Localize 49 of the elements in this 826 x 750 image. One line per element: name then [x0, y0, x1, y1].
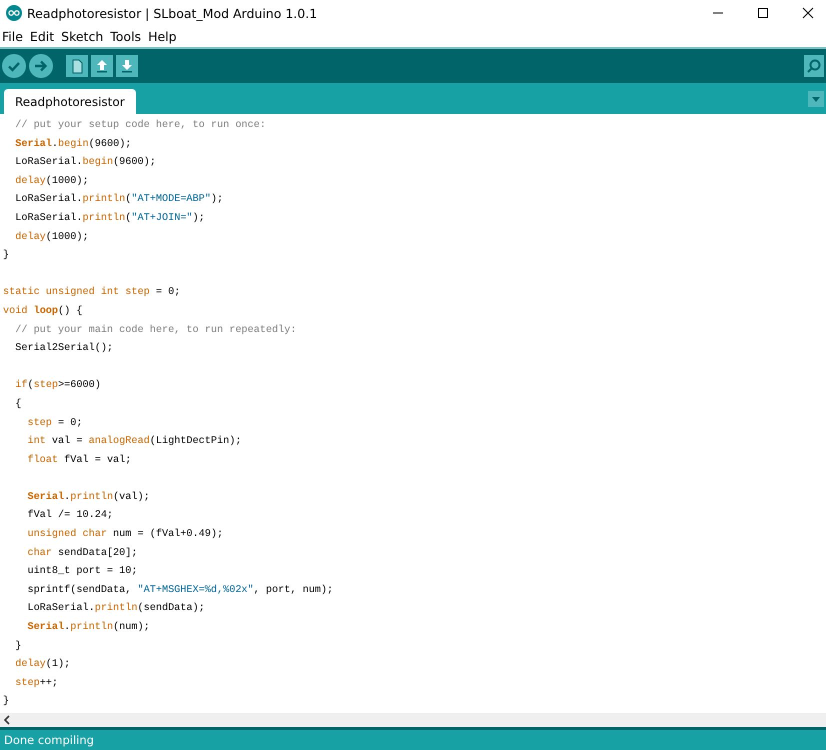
status-message: Done compiling [4, 733, 94, 747]
code-line: } [2, 694, 10, 710]
code-line: { [14, 398, 22, 412]
maximize-icon[interactable] [757, 7, 769, 19]
code-line: Serial2Serial(); [14, 342, 114, 356]
code-line: static unsigned int step = 0; [2, 286, 182, 300]
verify-button[interactable] [2, 54, 26, 78]
code-line: // put your setup code here, to run once: [14, 118, 267, 133]
code-line: int val = analogRead(LightDectPin); [26, 434, 242, 450]
menu-item[interactable]: Help [148, 29, 177, 44]
sketch-tab[interactable]: Readphotoresistor [4, 89, 136, 114]
code-line: float fVal = val; [26, 454, 132, 468]
code-line: } [14, 640, 22, 654]
code-line: delay(1000); [14, 174, 90, 189]
menu-item[interactable]: File [2, 29, 23, 44]
tab-menu-icon[interactable] [808, 90, 824, 106]
code-line: sprintf(sendData, "AT+MSGHEX=%d,%02x", port, num); [26, 584, 334, 598]
code-line: if(step>=6000) [14, 378, 102, 394]
app-logo-icon [6, 5, 22, 21]
code-line: LoRaSerial.println("AT+MODE=ABP"); [14, 192, 224, 208]
code-line: LoRaSerial.println(sendData); [26, 602, 206, 616]
code-line: void loop() { [2, 304, 84, 319]
menu-item[interactable]: Sketch [61, 29, 104, 44]
code-line: uint8_t port = 10; [26, 564, 138, 580]
code-line: Serial.begin(9600); [14, 138, 132, 152]
code-line: LoRaSerial.println("AT+JOIN="); [14, 212, 206, 226]
code-line: step++; [14, 676, 60, 691]
code-line: delay(1000); [14, 230, 90, 245]
code-line: step = 0; [26, 416, 84, 430]
open-button[interactable] [91, 55, 113, 77]
menu-item[interactable]: Tools [110, 29, 142, 44]
serial-monitor-icon[interactable] [804, 55, 824, 77]
window-title: Readphotoresistor | SLboat_Mod Arduino 1.0.1 [27, 6, 318, 20]
upload-button[interactable] [29, 54, 53, 78]
code-line: delay(1); [14, 658, 72, 672]
code-line: fVal /= 10.24; [26, 508, 114, 524]
code-line: char sendData[20]; [26, 546, 139, 561]
code-line: } [2, 248, 10, 264]
code-line: unsigned char num = (fVal+0.49); [26, 528, 224, 542]
close-icon[interactable] [802, 7, 814, 19]
code-line: Serial.println(num); [26, 620, 151, 636]
new-file-button[interactable] [66, 55, 88, 77]
menu-item[interactable]: Edit [30, 29, 54, 44]
horizontal-scrollbar[interactable] [0, 713, 826, 727]
code-line: // put your main code here, to run repeatedly: [14, 324, 298, 338]
scroll-left-icon[interactable] [3, 715, 11, 725]
code-line: LoRaSerial.begin(9600); [14, 156, 157, 170]
save-button[interactable] [116, 55, 138, 77]
code-line: Serial.println(val); [26, 490, 151, 505]
